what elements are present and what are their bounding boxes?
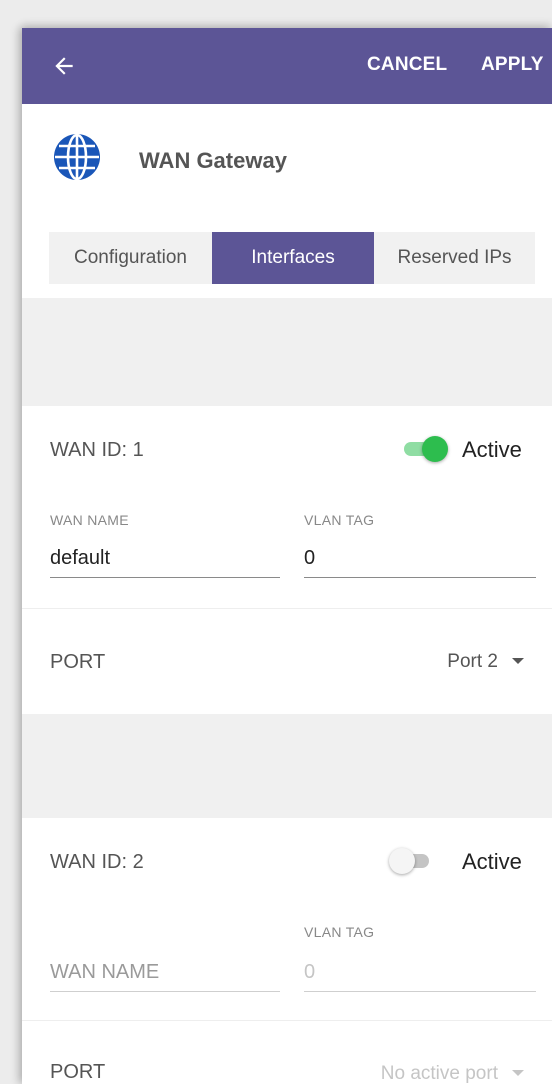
globe-icon [54, 133, 100, 181]
wan-id-label: WAN ID: 1 [50, 439, 144, 461]
active-label: Active [462, 849, 522, 874]
wan-name-input[interactable] [50, 954, 280, 992]
vlan-tag-label: VLAN TAG [304, 924, 375, 940]
wan-name-label: WAN NAME [50, 512, 129, 528]
vlan-tag-label: VLAN TAG [304, 512, 375, 528]
vlan-tag-input[interactable] [304, 954, 536, 992]
app-bar: CANCEL APPLY [22, 28, 552, 104]
port-label: PORT [50, 1061, 106, 1083]
app-screen: CANCEL APPLY WAN Gateway Configuration I… [22, 28, 552, 1084]
toggle-knob [422, 436, 448, 462]
tab-bar: Configuration Interfaces Reserved IPs [49, 232, 535, 284]
vlan-tag-input[interactable] [304, 540, 536, 578]
wan-id-label: WAN ID: 2 [50, 851, 144, 873]
page-title: WAN Gateway [139, 148, 287, 173]
active-label: Active [462, 437, 522, 462]
port-label: PORT [50, 651, 106, 673]
tab-configuration[interactable]: Configuration [49, 232, 212, 284]
toggle-knob [389, 848, 415, 874]
chevron-down-icon [512, 658, 524, 664]
arrow-left-icon [55, 57, 73, 75]
active-toggle[interactable] [402, 434, 450, 464]
port-select-value: Port 2 [447, 651, 498, 672]
wan-card: WAN ID: 2 Active VLAN TAG PORT No active… [22, 818, 552, 1084]
wan-name-input[interactable] [50, 540, 280, 578]
apply-button[interactable]: APPLY [481, 54, 544, 76]
divider [22, 1020, 552, 1021]
wan-card: WAN ID: 1 Active WAN NAME VLAN TAG PORT … [22, 406, 552, 714]
port-select[interactable]: No active port [282, 1063, 552, 1084]
active-toggle[interactable] [389, 846, 437, 876]
divider [22, 608, 552, 609]
tab-interfaces[interactable]: Interfaces [212, 232, 374, 284]
port-select-value: No active port [380, 1063, 498, 1084]
header-panel: WAN Gateway Configuration Interfaces Res… [22, 104, 552, 298]
chevron-down-icon [512, 1070, 524, 1076]
tab-reserved-ips[interactable]: Reserved IPs [374, 232, 535, 284]
cancel-button[interactable]: CANCEL [367, 54, 447, 76]
back-button[interactable] [44, 46, 84, 86]
port-select[interactable]: Port 2 [322, 651, 552, 679]
